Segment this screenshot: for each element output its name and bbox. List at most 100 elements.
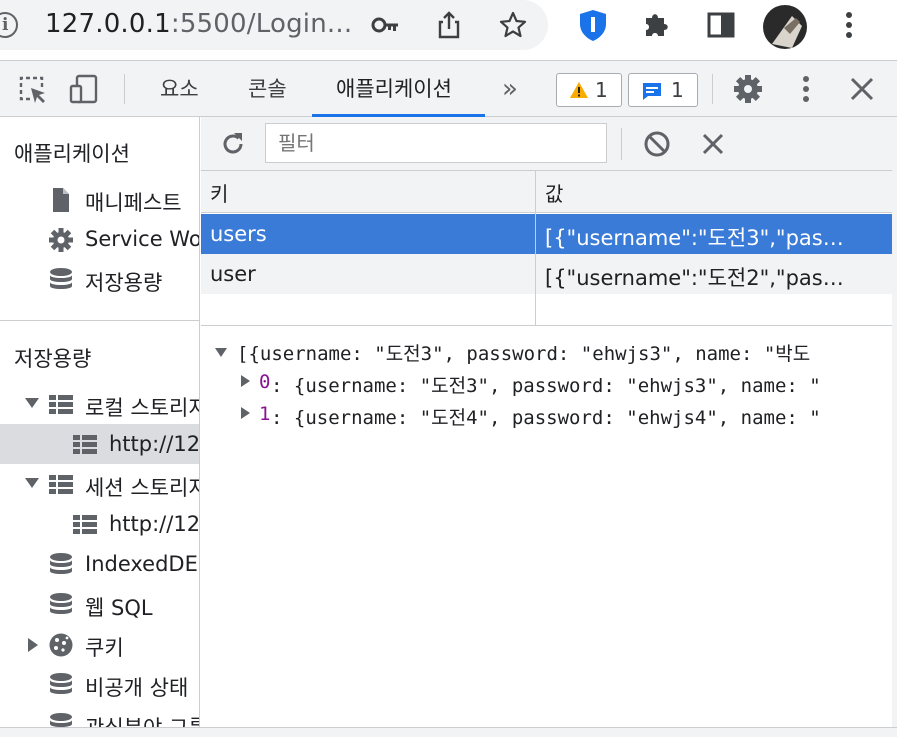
sidebar-item-label: http://12 xyxy=(109,432,200,456)
sidebar-item-session-storage[interactable]: 세션 스토리지 xyxy=(0,464,200,504)
close-devtools-icon[interactable] xyxy=(846,73,878,105)
application-sidebar: 애플리케이션 매니페스트 Service Wo 저장용량 저장용량 로컬 스토리… xyxy=(0,117,200,737)
chevron-down-icon[interactable] xyxy=(25,478,39,488)
sidebar-item-label: 매니페스트 xyxy=(85,191,182,215)
storage-toolbar xyxy=(201,117,897,171)
more-tabs-button[interactable]: » xyxy=(502,61,518,117)
sidebar-item-label: Service Wo xyxy=(85,227,200,251)
device-toolbar-icon[interactable] xyxy=(68,73,100,105)
grid-icon xyxy=(49,475,73,494)
message-icon xyxy=(643,83,661,100)
column-header-key[interactable]: 키 xyxy=(210,178,228,207)
devtools-toolbar: 요소 콘솔 애플리케이션 » 1 1 xyxy=(0,60,897,117)
profile-avatar[interactable] xyxy=(762,4,808,50)
tab-console[interactable]: 콘솔 xyxy=(248,61,287,117)
chevron-down-icon[interactable] xyxy=(25,398,39,408)
sidebar-item-label: http://12 xyxy=(109,512,200,536)
sidebar-item-storage[interactable]: 저장용량 xyxy=(0,259,199,299)
preview-item-line[interactable]: 1 : {username: "도전4", password: "ehwjs4"… xyxy=(241,403,892,429)
sidebar-item-label: 쿠키 xyxy=(85,636,124,660)
clear-all-icon[interactable] xyxy=(643,130,671,158)
preview-item-line[interactable]: 0 : {username: "도전3", password: "ehwjs3"… xyxy=(241,371,892,397)
file-icon xyxy=(53,188,69,212)
database-icon xyxy=(50,593,72,614)
sidebar-item-web-sql[interactable]: 웹 SQL xyxy=(0,584,199,624)
extension-shield-icon[interactable] xyxy=(576,8,610,42)
drawer-edge xyxy=(0,727,897,737)
column-divider xyxy=(535,171,536,326)
sidepanel-icon[interactable] xyxy=(704,8,738,42)
storage-table: 키 값 users [{"username":"도전3","pas… user … xyxy=(201,171,892,326)
table-row-empty[interactable] xyxy=(201,294,892,326)
info-icon[interactable] xyxy=(0,12,18,38)
row-key: users xyxy=(210,222,267,246)
expand-arrow-down-icon[interactable] xyxy=(215,348,227,357)
sidebar-item-indexeddb[interactable]: IndexedDE xyxy=(0,544,199,584)
preview-root-text: [{username: "도전3", password: "ehwjs3", n… xyxy=(237,343,811,365)
tab-elements[interactable]: 요소 xyxy=(160,61,199,117)
settings-gear-icon[interactable] xyxy=(732,73,764,105)
grid-icon xyxy=(73,515,97,534)
grid-icon xyxy=(73,435,97,454)
storage-section-title: 저장용량 xyxy=(14,347,92,371)
table-header: 키 값 xyxy=(201,171,892,213)
messages-count: 1 xyxy=(671,78,684,102)
sidebar-item-session-storage-origin[interactable]: http://12 xyxy=(0,504,200,544)
row-value: [{"username":"도전2","pas… xyxy=(545,266,844,290)
sidebar-item-label: 비공개 상태 xyxy=(85,676,189,700)
row-value: [{"username":"도전3","pas… xyxy=(545,226,844,250)
sidebar-item-label: 로컬 스토리지 xyxy=(85,396,200,420)
filter-input[interactable] xyxy=(265,123,607,163)
preview-item-index: 1 xyxy=(259,403,271,425)
chevron-right-icon[interactable] xyxy=(28,638,38,652)
column-header-value[interactable]: 값 xyxy=(545,178,563,207)
database-icon xyxy=(50,673,72,694)
toolbar-divider xyxy=(124,74,125,104)
application-section-title: 애플리케이션 xyxy=(14,142,130,166)
browser-toolbar: 127.0.0.1:5500/Login... xyxy=(0,0,897,60)
toolbar-divider xyxy=(712,74,713,104)
more-options-icon[interactable] xyxy=(790,73,822,105)
sidebar-item-manifest[interactable]: 매니페스트 xyxy=(0,179,199,219)
kebab-menu-icon[interactable] xyxy=(832,8,866,42)
preview-item-text: : {username: "도전4", password: "ehwjs4", … xyxy=(271,407,821,429)
messages-badge[interactable]: 1 xyxy=(628,73,698,107)
sidebar-item-cookies[interactable]: 쿠키 xyxy=(0,624,199,664)
expand-arrow-right-icon[interactable] xyxy=(241,407,250,419)
key-icon[interactable] xyxy=(370,10,400,40)
vertical-scrollbar[interactable] xyxy=(892,117,897,737)
warnings-badge[interactable]: 1 xyxy=(556,73,622,107)
sidebar-item-label: IndexedDE xyxy=(85,552,198,576)
sidebar-item-label: 웹 SQL xyxy=(85,596,153,620)
sidebar-item-private-state[interactable]: 비공개 상태 xyxy=(0,664,199,704)
gear-icon xyxy=(49,228,73,252)
table-row[interactable]: users [{"username":"도전3","pas… xyxy=(201,214,892,254)
preview-item-index: 0 xyxy=(259,371,271,393)
warnings-count: 1 xyxy=(595,78,608,102)
preview-item-text: : {username: "도전3", password: "ehwjs3", … xyxy=(271,375,821,397)
url-text[interactable]: 127.0.0.1:5500/Login... xyxy=(45,9,352,39)
table-row[interactable]: user [{"username":"도전2","pas… xyxy=(201,254,892,294)
sidebar-item-label: 세션 스토리지 xyxy=(85,476,200,500)
tab-application[interactable]: 애플리케이션 xyxy=(336,61,452,117)
storage-panel: 키 값 users [{"username":"도전3","pas… user … xyxy=(201,117,897,737)
warning-icon xyxy=(570,82,588,98)
refresh-icon[interactable] xyxy=(219,130,247,158)
toolbar-divider xyxy=(621,128,622,160)
database-icon xyxy=(50,268,72,289)
sidebar-item-local-storage-origin[interactable]: http://12 xyxy=(0,424,200,464)
address-bar[interactable]: 127.0.0.1:5500/Login... xyxy=(0,0,548,50)
sidebar-item-service-workers[interactable]: Service Wo xyxy=(0,219,200,259)
star-icon[interactable] xyxy=(498,10,528,40)
share-icon[interactable] xyxy=(434,10,464,40)
value-preview: [{username: "도전3", password: "ehwjs3", n… xyxy=(201,327,892,737)
sidebar-item-label: 저장용량 xyxy=(85,271,163,295)
expand-arrow-right-icon[interactable] xyxy=(241,375,250,387)
database-icon xyxy=(50,553,72,574)
delete-selected-icon[interactable] xyxy=(699,130,727,158)
preview-root-line[interactable]: [{username: "도전3", password: "ehwjs3", n… xyxy=(215,339,892,365)
sidebar-item-local-storage[interactable]: 로컬 스토리지 xyxy=(0,384,200,424)
inspect-element-icon[interactable] xyxy=(16,73,48,105)
puzzle-icon[interactable] xyxy=(640,8,674,42)
sidebar-divider xyxy=(0,320,199,321)
